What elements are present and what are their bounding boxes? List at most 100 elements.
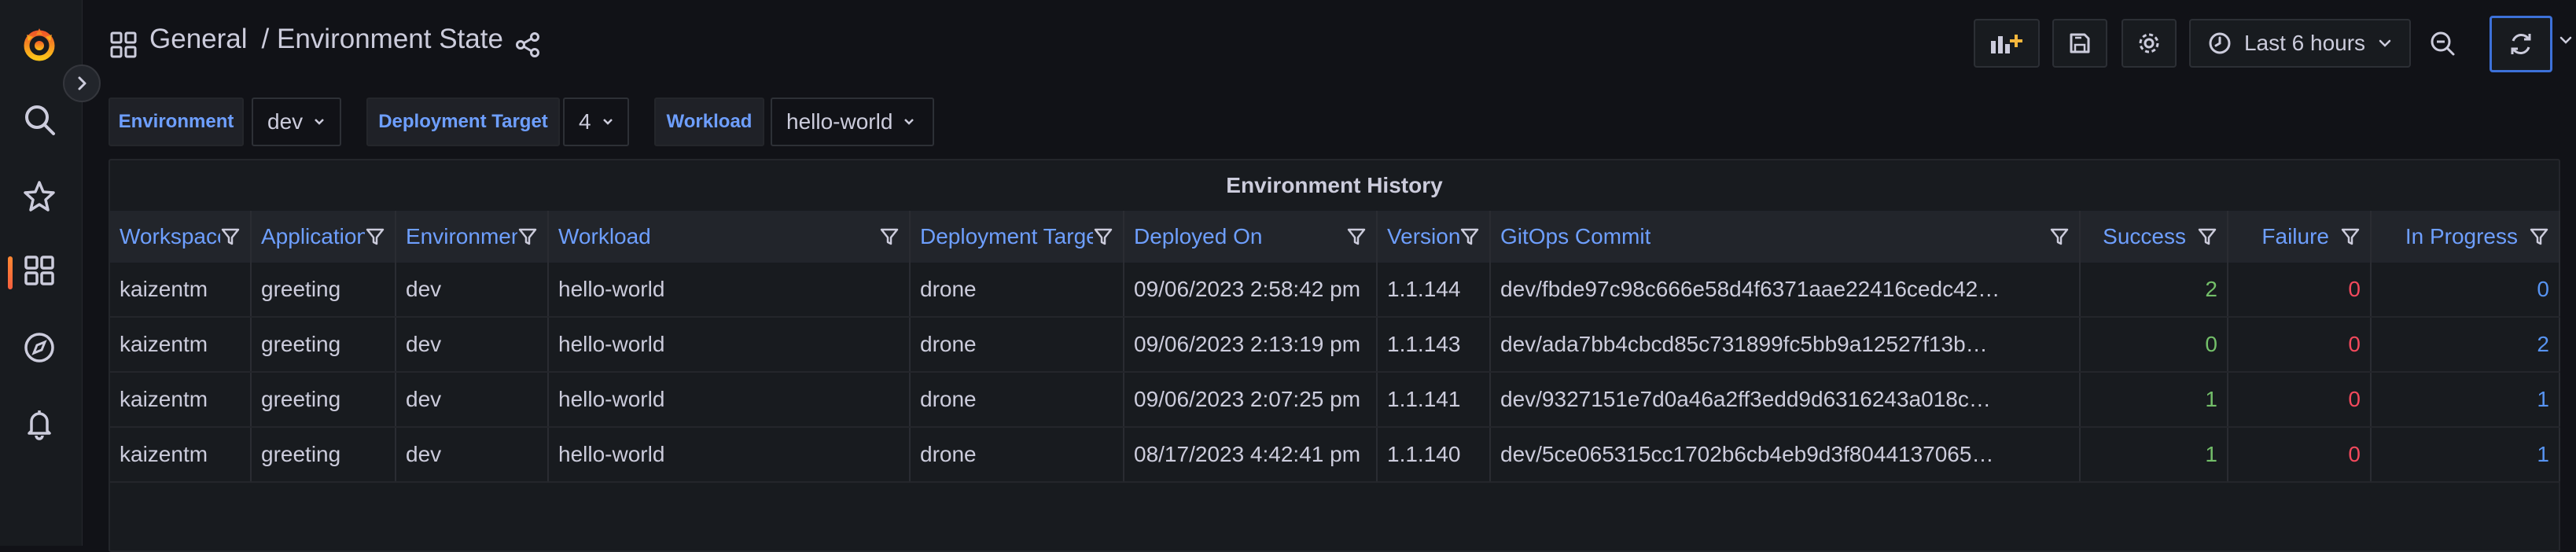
cell-deployment-target: drone	[911, 263, 1124, 316]
time-range-label: Last 6 hours	[2243, 31, 2366, 55]
column-header-application[interactable]: Application	[252, 211, 396, 263]
filter-icon[interactable]	[1459, 226, 1480, 247]
cell-workload: hello-world	[549, 318, 911, 371]
deployment-target-select[interactable]: 4	[563, 98, 629, 146]
cell-version: 1.1.144	[1378, 263, 1491, 316]
filter-icon[interactable]	[879, 226, 900, 247]
explore-compass-icon[interactable]	[0, 322, 79, 373]
cell-in-progress: 1	[2372, 373, 2560, 426]
column-header-deployment-target[interactable]: Deployment Target	[911, 211, 1124, 263]
cell-workspace: kaizentm	[110, 263, 252, 316]
add-panel-icon	[1991, 35, 2022, 53]
variable-label-deployment-target: Deployment Target	[366, 98, 560, 146]
refresh-button[interactable]	[2490, 16, 2552, 72]
cell-environment: dev	[396, 318, 549, 371]
zoom-out-button[interactable]	[2417, 19, 2467, 68]
column-header-label: Success	[2103, 224, 2186, 248]
breadcrumb-folder[interactable]: General	[149, 24, 248, 55]
cell-failure: 0	[2228, 263, 2372, 316]
cell-gitops-commit: dev/9327151e7d0a46a2ff3edd9d6316243a018c…	[1491, 373, 2081, 426]
cell-version: 1.1.140	[1378, 428, 1491, 481]
add-panel-button[interactable]	[1974, 19, 2040, 68]
column-header-environment[interactable]: Environment	[396, 211, 549, 263]
column-header-label: Workload	[558, 224, 651, 248]
alerting-bell-icon[interactable]	[0, 398, 79, 448]
filter-icon[interactable]	[1093, 226, 1113, 247]
cell-workload: hello-world	[549, 428, 911, 481]
environment-value: dev	[267, 109, 304, 134]
cell-gitops-commit: dev/5ce065315cc1702b6cb4eb9d3f8044137065…	[1491, 428, 2081, 481]
environment-history-panel: Environment History Workspace Application…	[109, 159, 2560, 552]
dashboard-settings-button[interactable]	[2122, 19, 2177, 68]
workload-select[interactable]: hello-world	[771, 98, 934, 146]
refresh-interval-chevron-icon[interactable]	[2559, 35, 2573, 50]
filter-icon[interactable]	[517, 226, 538, 247]
cell-success: 1	[2081, 373, 2228, 426]
starred-icon[interactable]	[0, 171, 79, 222]
table-row[interactable]: kaizentm greeting dev hello-world drone 09/06…	[110, 318, 2560, 373]
search-icon[interactable]	[0, 94, 79, 145]
filter-icon[interactable]	[2529, 226, 2549, 247]
column-header-label: Deployed On	[1134, 224, 1263, 248]
dashboards-icon[interactable]	[0, 245, 79, 296]
column-header-label: Environment	[406, 224, 517, 248]
column-header-workload[interactable]: Workload	[549, 211, 911, 263]
cell-environment: dev	[396, 428, 549, 481]
cell-deployed-on: 09/06/2023 2:58:42 pm	[1124, 263, 1378, 316]
filter-icon[interactable]	[2340, 226, 2361, 247]
column-header-gitops-commit[interactable]: GitOps Commit	[1491, 211, 2081, 263]
chevron-down-icon	[315, 119, 325, 125]
cell-in-progress: 1	[2372, 428, 2560, 481]
table-row[interactable]: kaizentm greeting dev hello-world drone 08/17…	[110, 428, 2560, 483]
cell-application: greeting	[252, 373, 396, 426]
column-header-label: In Progress	[2405, 224, 2518, 248]
column-header-in-progress[interactable]: In Progress	[2372, 211, 2560, 263]
dashboard-title[interactable]: Environment State	[277, 24, 503, 54]
cell-in-progress: 0	[2372, 263, 2560, 316]
cell-application: greeting	[252, 318, 396, 371]
time-range-picker[interactable]: Last 6 hours	[2189, 19, 2411, 68]
share-icon[interactable]	[514, 31, 541, 62]
cell-in-progress: 2	[2372, 318, 2560, 371]
cell-failure: 0	[2228, 373, 2372, 426]
variable-label-workload: Workload	[654, 98, 764, 146]
cell-application: greeting	[252, 263, 396, 316]
filter-icon[interactable]	[2049, 226, 2070, 247]
column-header-failure[interactable]: Failure	[2228, 211, 2372, 263]
cell-gitops-commit: dev/fbde97c98c666e58d4f6371aae22416cedc4…	[1491, 263, 2081, 316]
table-header: Workspace Application Environment Workload D…	[110, 211, 2560, 263]
clock-icon	[2209, 32, 2231, 54]
grafana-logo-icon[interactable]	[0, 19, 79, 69]
table-row[interactable]: kaizentm greeting dev hello-world drone 09/06…	[110, 373, 2560, 428]
cell-deployment-target: drone	[911, 318, 1124, 371]
cell-environment: dev	[396, 373, 549, 426]
cell-workspace: kaizentm	[110, 428, 252, 481]
environment-select[interactable]: dev	[252, 98, 341, 146]
filter-icon[interactable]	[220, 226, 241, 247]
top-nav: General / Environment State Last 6 hours	[82, 0, 2576, 91]
filter-icon[interactable]	[365, 226, 385, 247]
cell-failure: 0	[2228, 318, 2372, 371]
filter-icon[interactable]	[1346, 226, 1367, 247]
save-icon	[2070, 33, 2090, 53]
column-header-label: Application	[261, 224, 365, 248]
table-row[interactable]: kaizentm greeting dev hello-world drone 09/06…	[110, 263, 2560, 318]
cell-deployment-target: drone	[911, 428, 1124, 481]
workload-value: hello-world	[786, 109, 893, 134]
column-header-label: Version	[1387, 224, 1459, 248]
panel-title[interactable]: Environment History	[110, 173, 2559, 198]
breadcrumb: General / Environment State	[149, 24, 503, 55]
chevron-down-icon	[904, 119, 914, 125]
expand-menu-button[interactable]	[63, 64, 101, 102]
cell-workload: hello-world	[549, 263, 911, 316]
column-header-success[interactable]: Success	[2081, 211, 2228, 263]
cell-application: greeting	[252, 428, 396, 481]
column-header-workspace[interactable]: Workspace	[110, 211, 252, 263]
deployment-target-value: 4	[579, 109, 591, 134]
column-header-version[interactable]: Version	[1378, 211, 1491, 263]
cell-version: 1.1.143	[1378, 318, 1491, 371]
column-header-deployed-on[interactable]: Deployed On	[1124, 211, 1378, 263]
filter-icon[interactable]	[2197, 226, 2217, 247]
save-dashboard-button[interactable]	[2052, 19, 2107, 68]
breadcrumb-separator: /	[261, 24, 270, 54]
